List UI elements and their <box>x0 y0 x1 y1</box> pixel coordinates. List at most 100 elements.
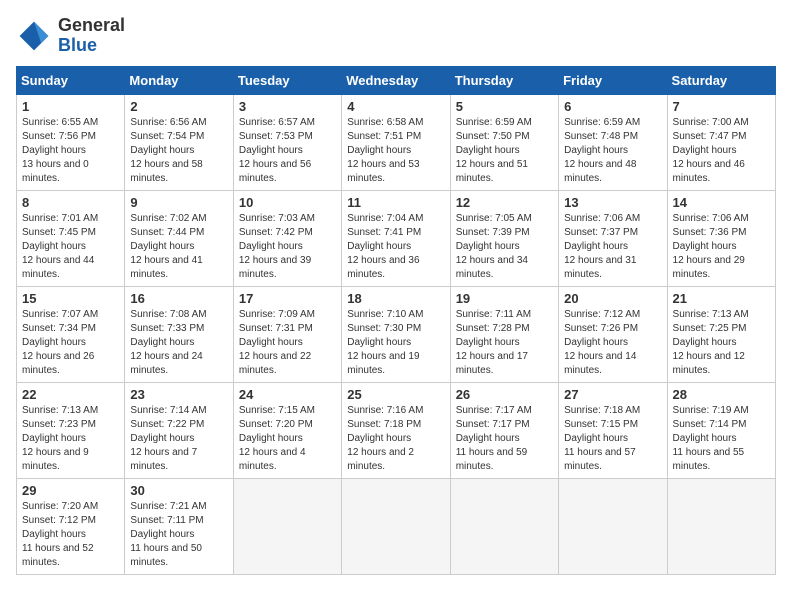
calendar-cell <box>559 478 667 574</box>
day-number: 5 <box>456 99 553 114</box>
day-number: 21 <box>673 291 770 306</box>
calendar-cell: 28 Sunrise: 7:19 AMSunset: 7:14 PMDayligh… <box>667 382 775 478</box>
day-number: 25 <box>347 387 444 402</box>
calendar-cell: 9 Sunrise: 7:02 AMSunset: 7:44 PMDaylight… <box>125 190 233 286</box>
day-number: 9 <box>130 195 227 210</box>
calendar-cell: 5 Sunrise: 6:59 AMSunset: 7:50 PMDaylight… <box>450 94 558 190</box>
calendar-cell: 7 Sunrise: 7:00 AMSunset: 7:47 PMDaylight… <box>667 94 775 190</box>
weekday-header-thursday: Thursday <box>450 66 558 94</box>
calendar-week-2: 8 Sunrise: 7:01 AMSunset: 7:45 PMDaylight… <box>17 190 776 286</box>
weekday-header-row: SundayMondayTuesdayWednesdayThursdayFrid… <box>17 66 776 94</box>
day-info: Sunrise: 7:13 AMSunset: 7:25 PMDaylight … <box>673 308 770 378</box>
day-number: 18 <box>347 291 444 306</box>
calendar-table: SundayMondayTuesdayWednesdayThursdayFrid… <box>16 66 776 575</box>
calendar-cell: 26 Sunrise: 7:17 AMSunset: 7:17 PMDayligh… <box>450 382 558 478</box>
day-number: 22 <box>22 387 119 402</box>
calendar-cell: 14 Sunrise: 7:06 AMSunset: 7:36 PMDayligh… <box>667 190 775 286</box>
calendar-cell <box>667 478 775 574</box>
day-number: 8 <box>22 195 119 210</box>
calendar-cell <box>342 478 450 574</box>
day-number: 7 <box>673 99 770 114</box>
day-info: Sunrise: 7:08 AMSunset: 7:33 PMDaylight … <box>130 308 227 378</box>
calendar-cell <box>450 478 558 574</box>
calendar-cell: 25Sunrise: 7:16 AMSunset: 7:18 PMDayligh… <box>342 382 450 478</box>
day-number: 23 <box>130 387 227 402</box>
day-info: Sunrise: 6:57 AMSunset: 7:53 PMDaylight … <box>239 116 336 186</box>
calendar-week-1: 1 Sunrise: 6:55 AMSunset: 7:56 PMDaylight… <box>17 94 776 190</box>
weekday-header-sunday: Sunday <box>17 66 125 94</box>
calendar-cell: 2 Sunrise: 6:56 AMSunset: 7:54 PMDaylight… <box>125 94 233 190</box>
day-number: 17 <box>239 291 336 306</box>
day-info: Sunrise: 7:20 AMSunset: 7:12 PMDaylight … <box>22 500 119 570</box>
day-info: Sunrise: 7:17 AMSunset: 7:17 PMDaylight … <box>456 404 553 474</box>
day-info: Sunrise: 7:00 AMSunset: 7:47 PMDaylight … <box>673 116 770 186</box>
day-number: 29 <box>22 483 119 498</box>
calendar-cell <box>233 478 341 574</box>
calendar-cell: 29 Sunrise: 7:20 AMSunset: 7:12 PMDayligh… <box>17 478 125 574</box>
calendar-week-4: 22 Sunrise: 7:13 AMSunset: 7:23 PMDayligh… <box>17 382 776 478</box>
day-number: 6 <box>564 99 661 114</box>
day-info: Sunrise: 7:11 AMSunset: 7:28 PMDaylight … <box>456 308 553 378</box>
day-info: Sunrise: 7:12 AMSunset: 7:26 PMDaylight … <box>564 308 661 378</box>
calendar-cell: 16 Sunrise: 7:08 AMSunset: 7:33 PMDayligh… <box>125 286 233 382</box>
day-number: 10 <box>239 195 336 210</box>
calendar-cell: 6 Sunrise: 6:59 AMSunset: 7:48 PMDaylight… <box>559 94 667 190</box>
day-number: 13 <box>564 195 661 210</box>
calendar-week-3: 15Sunrise: 7:07 AMSunset: 7:34 PMDayligh… <box>17 286 776 382</box>
day-info: Sunrise: 7:21 AMSunset: 7:11 PMDaylight … <box>130 500 227 570</box>
day-number: 4 <box>347 99 444 114</box>
day-number: 12 <box>456 195 553 210</box>
logo-blue: Blue <box>58 36 125 56</box>
day-info: Sunrise: 7:19 AMSunset: 7:14 PMDaylight … <box>673 404 770 474</box>
weekday-header-saturday: Saturday <box>667 66 775 94</box>
calendar-cell: 21 Sunrise: 7:13 AMSunset: 7:25 PMDayligh… <box>667 286 775 382</box>
day-info: Sunrise: 7:09 AMSunset: 7:31 PMDaylight … <box>239 308 336 378</box>
page-header: General Blue <box>16 16 776 56</box>
day-info: Sunrise: 7:07 AMSunset: 7:34 PMDaylight … <box>22 308 119 378</box>
weekday-header-friday: Friday <box>559 66 667 94</box>
day-number: 27 <box>564 387 661 402</box>
calendar-cell: 15Sunrise: 7:07 AMSunset: 7:34 PMDayligh… <box>17 286 125 382</box>
calendar-cell: 20 Sunrise: 7:12 AMSunset: 7:26 PMDayligh… <box>559 286 667 382</box>
day-number: 14 <box>673 195 770 210</box>
day-info: Sunrise: 7:05 AMSunset: 7:39 PMDaylight … <box>456 212 553 282</box>
day-info: Sunrise: 7:13 AMSunset: 7:23 PMDaylight … <box>22 404 119 474</box>
day-number: 1 <box>22 99 119 114</box>
day-info: Sunrise: 7:10 AMSunset: 7:30 PMDaylight … <box>347 308 444 378</box>
day-number: 30 <box>130 483 227 498</box>
calendar-cell: 8 Sunrise: 7:01 AMSunset: 7:45 PMDaylight… <box>17 190 125 286</box>
calendar-cell: 10Sunrise: 7:03 AMSunset: 7:42 PMDayligh… <box>233 190 341 286</box>
calendar-cell: 11Sunrise: 7:04 AMSunset: 7:41 PMDayligh… <box>342 190 450 286</box>
day-info: Sunrise: 7:01 AMSunset: 7:45 PMDaylight … <box>22 212 119 282</box>
day-number: 11 <box>347 195 444 210</box>
weekday-header-wednesday: Wednesday <box>342 66 450 94</box>
logo-text: General Blue <box>58 16 125 56</box>
calendar-cell: 27Sunrise: 7:18 AMSunset: 7:15 PMDayligh… <box>559 382 667 478</box>
calendar-cell: 22 Sunrise: 7:13 AMSunset: 7:23 PMDayligh… <box>17 382 125 478</box>
calendar-cell: 4Sunrise: 6:58 AMSunset: 7:51 PMDaylight… <box>342 94 450 190</box>
day-number: 28 <box>673 387 770 402</box>
day-number: 20 <box>564 291 661 306</box>
day-info: Sunrise: 7:15 AMSunset: 7:20 PMDaylight … <box>239 404 336 474</box>
logo: General Blue <box>16 16 125 56</box>
weekday-header-tuesday: Tuesday <box>233 66 341 94</box>
day-info: Sunrise: 6:56 AMSunset: 7:54 PMDaylight … <box>130 116 227 186</box>
calendar-cell: 19 Sunrise: 7:11 AMSunset: 7:28 PMDayligh… <box>450 286 558 382</box>
day-info: Sunrise: 6:59 AMSunset: 7:50 PMDaylight … <box>456 116 553 186</box>
calendar-cell: 24Sunrise: 7:15 AMSunset: 7:20 PMDayligh… <box>233 382 341 478</box>
day-number: 3 <box>239 99 336 114</box>
day-info: Sunrise: 6:55 AMSunset: 7:56 PMDaylight … <box>22 116 119 186</box>
day-info: Sunrise: 6:59 AMSunset: 7:48 PMDaylight … <box>564 116 661 186</box>
day-number: 26 <box>456 387 553 402</box>
day-number: 16 <box>130 291 227 306</box>
calendar-cell: 12 Sunrise: 7:05 AMSunset: 7:39 PMDayligh… <box>450 190 558 286</box>
logo-icon <box>16 18 52 54</box>
calendar-cell: 17 Sunrise: 7:09 AMSunset: 7:31 PMDayligh… <box>233 286 341 382</box>
logo-general: General <box>58 16 125 36</box>
calendar-cell: 1 Sunrise: 6:55 AMSunset: 7:56 PMDaylight… <box>17 94 125 190</box>
day-number: 2 <box>130 99 227 114</box>
day-info: Sunrise: 7:06 AMSunset: 7:36 PMDaylight … <box>673 212 770 282</box>
day-info: Sunrise: 7:02 AMSunset: 7:44 PMDaylight … <box>130 212 227 282</box>
day-number: 19 <box>456 291 553 306</box>
calendar-cell: 30 Sunrise: 7:21 AMSunset: 7:11 PMDayligh… <box>125 478 233 574</box>
